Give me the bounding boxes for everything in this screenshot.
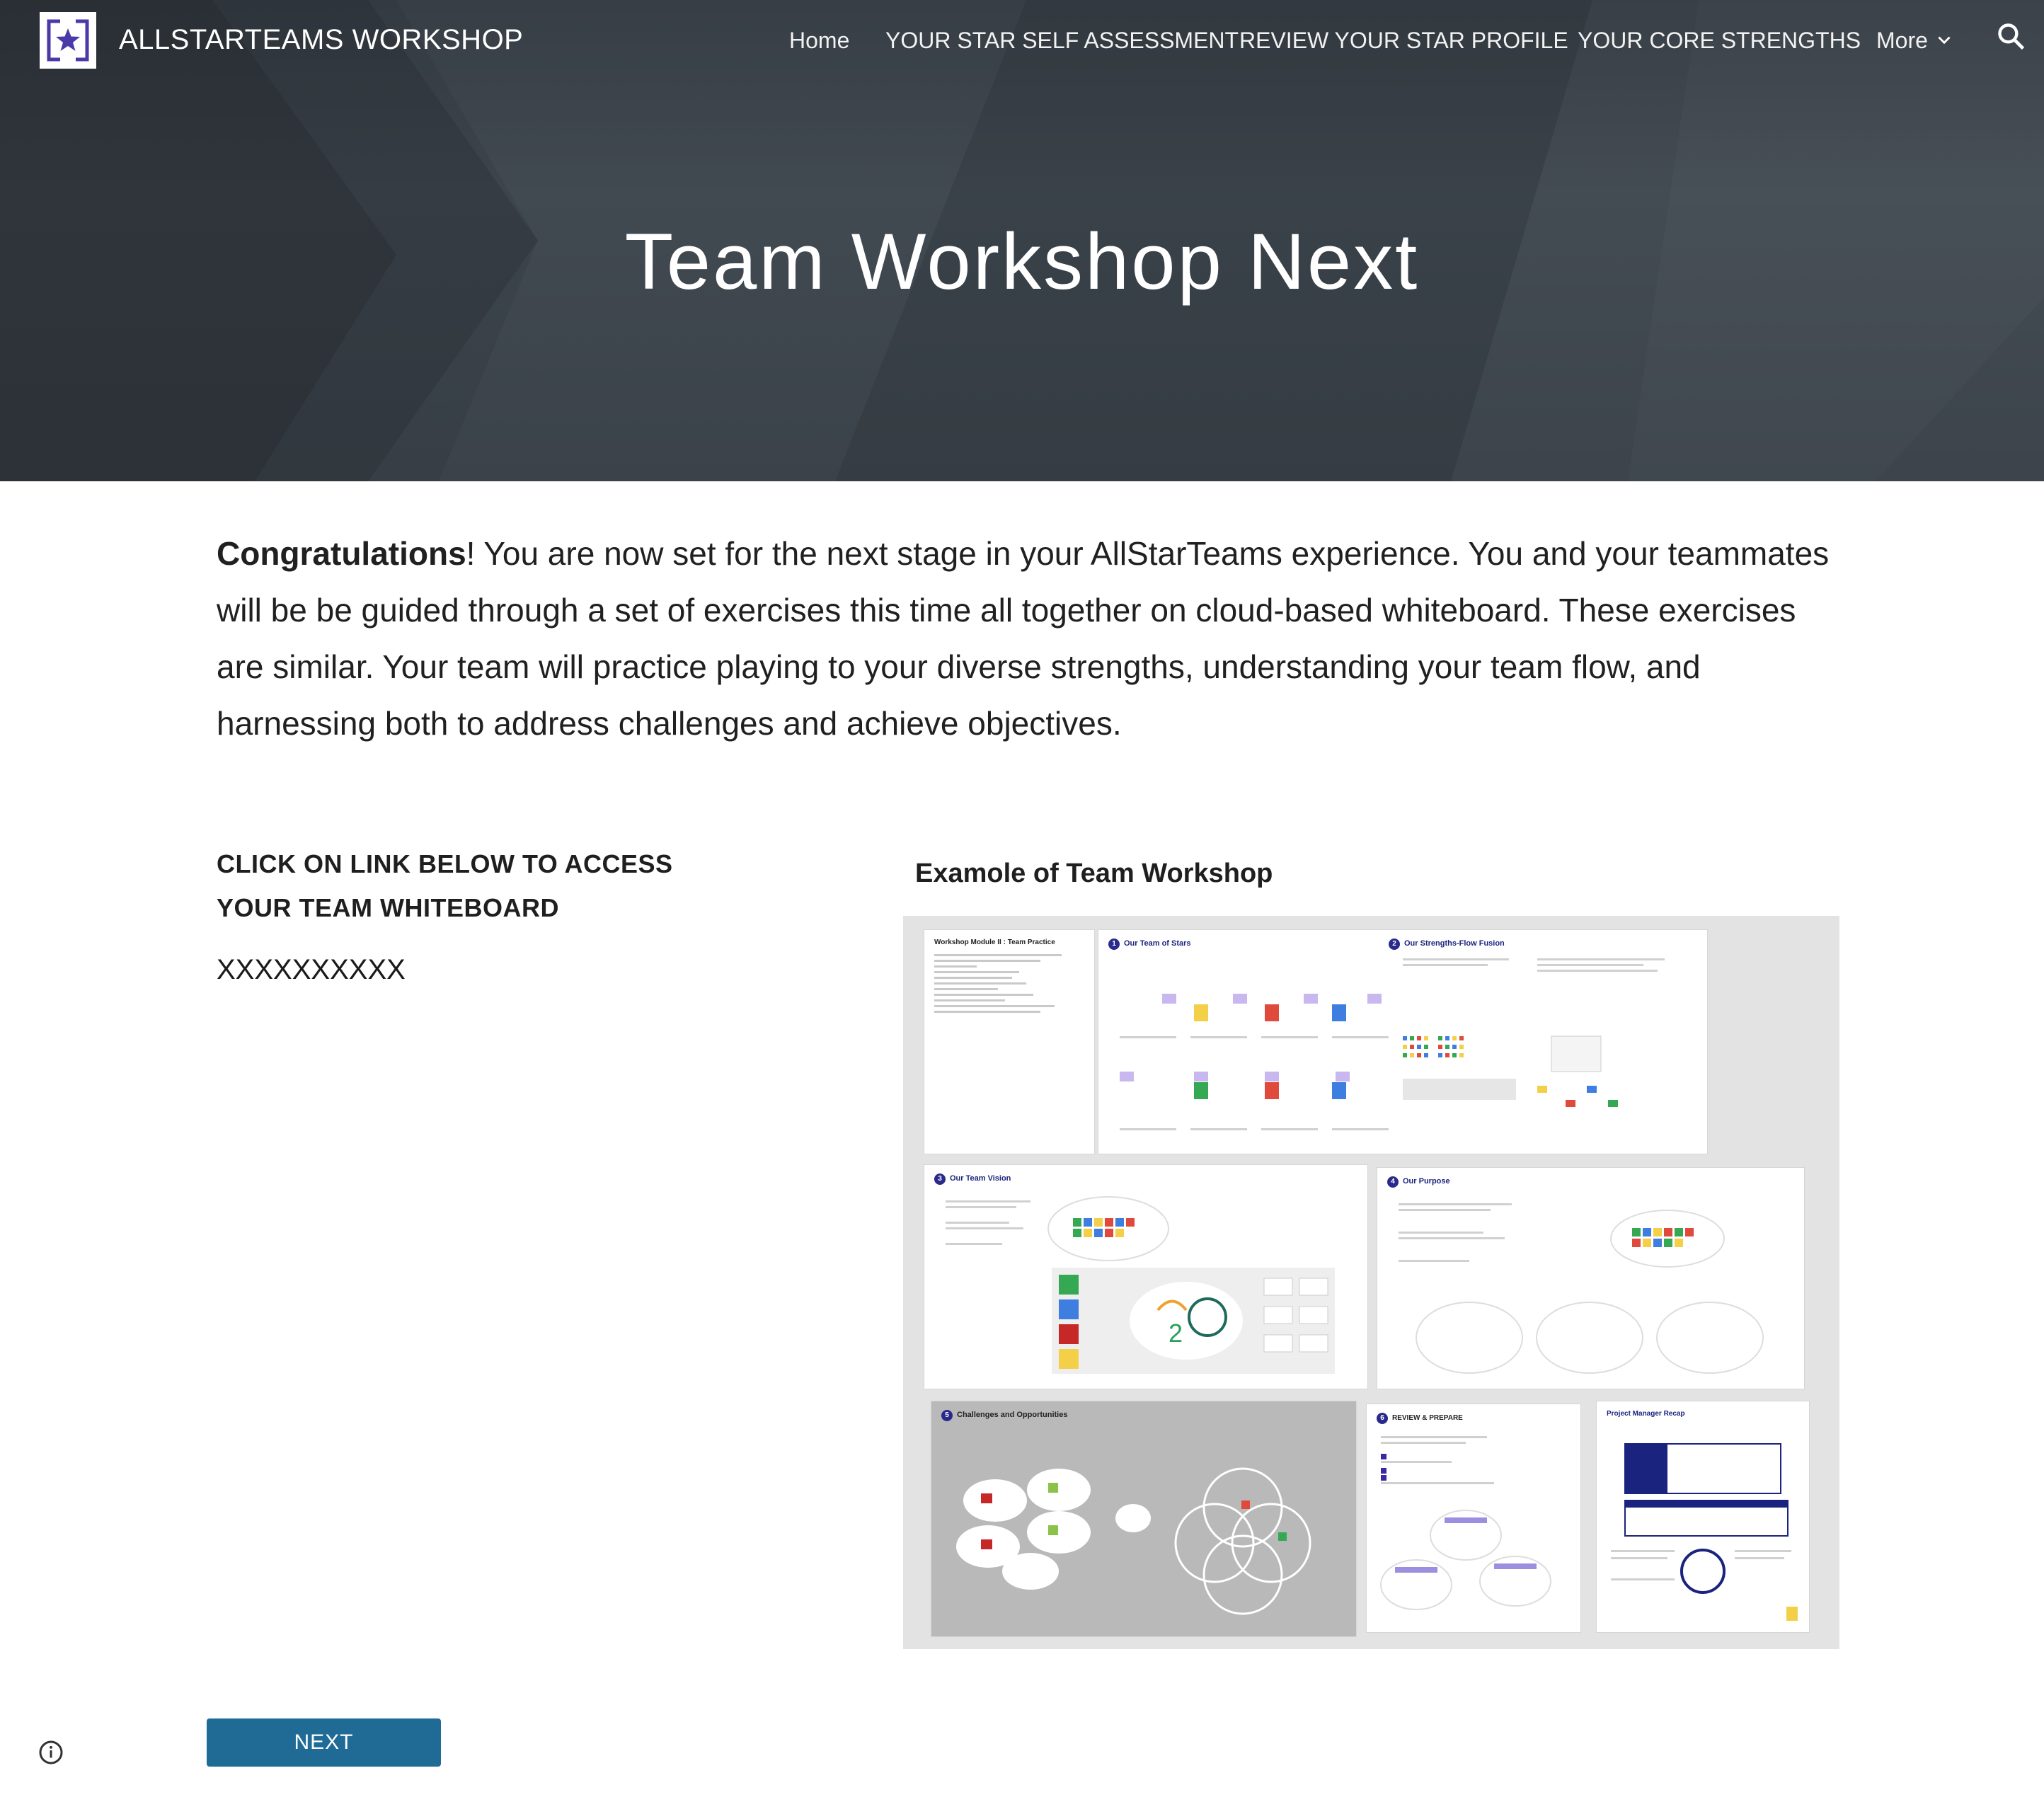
whiteboard-cta-heading: CLICK ON LINK BELOW TO ACCESS YOUR TEAM … xyxy=(217,849,673,922)
next-button[interactable]: NEXT xyxy=(207,1718,441,1767)
nav-star-self-assessment[interactable]: YOUR STAR SELF ASSESSMENT xyxy=(885,24,1239,57)
board-frame-vision: 3 Our Team Vision 2 xyxy=(924,1165,1367,1389)
svg-text:2: 2 xyxy=(1169,1319,1183,1348)
top-navigation: Home YOUR STAR SELF ASSESSMENT REVIEW YO… xyxy=(0,24,2044,57)
nav-home[interactable]: Home xyxy=(789,24,849,57)
nav-core-strengths[interactable]: YOUR CORE STRENGTHS xyxy=(1578,24,1861,57)
purpose-graphic xyxy=(1399,1203,1764,1374)
search-icon[interactable] xyxy=(1996,21,2027,52)
nav-more-menu[interactable]: More xyxy=(1876,24,1953,57)
vision-graphic: 2 xyxy=(946,1196,1335,1374)
nav-more-label: More xyxy=(1876,28,1928,53)
example-heading: Examole of Team Workshop xyxy=(915,859,1273,888)
board-frame-recap: Project Manager Recap xyxy=(1597,1401,1809,1632)
recap-graphic xyxy=(1611,1443,1798,1621)
board-frame-stars-fusion: 1 Our Team of Stars 2 Our Strengths-Flow F… xyxy=(1098,930,1707,1154)
workshop-example-image: Workshop Module II : Team Practice 1 Our … xyxy=(903,916,1839,1649)
board-frame-purpose: 4 Our Purpose xyxy=(1377,1168,1804,1389)
board-frame-review: 6 REVIEW & PREPARE xyxy=(1367,1404,1580,1632)
intro-bold: Congratulations xyxy=(217,535,466,572)
frame-title: Workshop Module II : Team Practice xyxy=(934,939,1055,946)
intro-paragraph: Congratulations! You are now set for the… xyxy=(217,525,1844,752)
review-graphic xyxy=(1380,1436,1551,1610)
stars-grid-graphic xyxy=(1120,958,1665,1130)
text-lines xyxy=(934,954,1076,1016)
chevron-down-icon xyxy=(1938,36,1951,45)
board-frame-challenges: 5 Challenges and Opportunities xyxy=(931,1401,1356,1636)
whiteboard-link[interactable]: XXXXXXXXXX xyxy=(217,951,406,988)
nav-review-star-profile[interactable]: REVIEW YOUR STAR PROFILE xyxy=(1239,24,1568,57)
page-title: Team Workshop Next xyxy=(624,217,1420,306)
board-frame-intro: Workshop Module II : Team Practice xyxy=(924,930,1094,1154)
challenges-graphic xyxy=(956,1467,1311,1615)
info-icon[interactable] xyxy=(38,1740,64,1765)
